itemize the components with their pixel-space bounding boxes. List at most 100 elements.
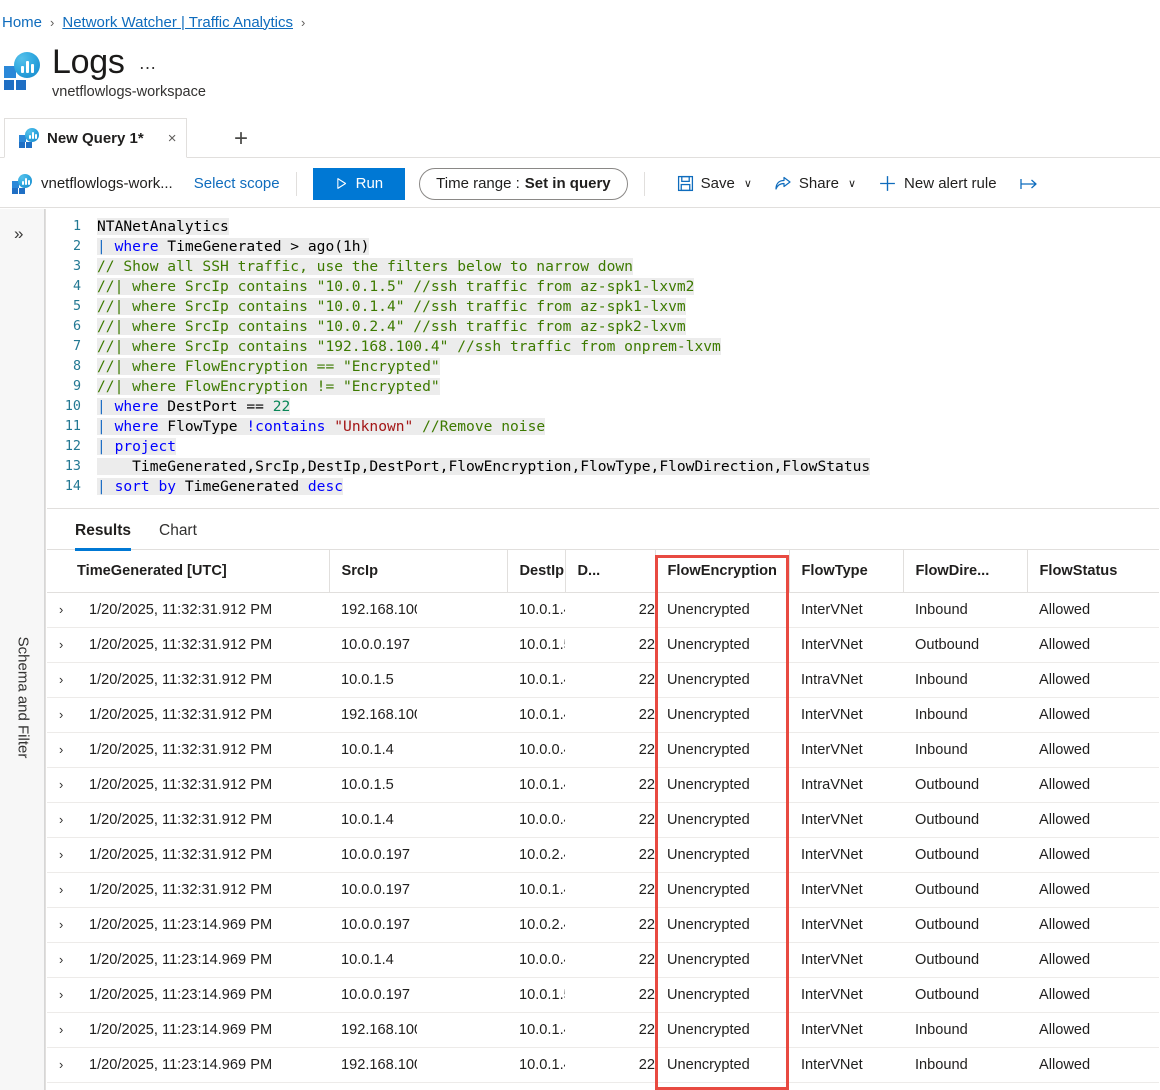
code-token: //| where SrcIp contains "10.0.1.5" //ss… [97, 278, 695, 295]
table-header-row: TimeGenerated [UTC] SrcIp DestIp D... Fl… [47, 550, 1160, 593]
column-header-flowtype[interactable]: FlowType [788, 550, 903, 593]
cell-flowencryption: Unencrypted [655, 872, 789, 908]
cell-flowstatus: Allowed [1027, 697, 1160, 733]
code-text: | where TimeGenerated > ago(1h) [91, 237, 370, 257]
row-expand-button[interactable]: › [47, 907, 77, 943]
row-expand-button[interactable]: › [47, 802, 77, 838]
column-header-destport[interactable]: D... [564, 550, 655, 593]
column-header-srcip[interactable]: SrcIp [328, 550, 417, 593]
row-expand-button[interactable]: › [47, 1012, 77, 1048]
table-row[interactable]: › 1/20/2025, 11:32:31.912 PM 10.0.1.4 10.0.… [47, 802, 1160, 838]
row-expand-button[interactable]: › [47, 627, 77, 663]
cell-flowdirection: Inbound [903, 697, 1027, 733]
table-row[interactable]: › 1/20/2025, 11:32:31.912 PM192.168.100.4… [47, 697, 1160, 733]
code-line[interactable]: 2 | where TimeGenerated > ago(1h) [47, 237, 1160, 257]
code-line[interactable]: 8 //| where FlowEncryption == "Encrypted" [47, 357, 1160, 377]
cell-destport: 22 [565, 767, 655, 803]
run-button[interactable]: Run [312, 167, 406, 200]
column-header-destip[interactable]: DestIp [506, 550, 565, 593]
select-scope-link[interactable]: Select scope [194, 175, 280, 192]
code-line[interactable]: 11 | where FlowType !contains "Unknown" /… [47, 417, 1160, 437]
row-expand-button[interactable]: › [47, 837, 77, 873]
tab-results[interactable]: Results [75, 512, 131, 551]
expand-panel-button[interactable] [1013, 168, 1045, 200]
scope-selector[interactable]: vnetflowlogs-work... Select scope [0, 173, 280, 194]
code-line[interactable]: 6 //| where SrcIp contains "10.0.2.4" //s… [47, 317, 1160, 337]
table-row[interactable]: › 1/20/2025, 11:32:31.912 PM 10.0.1.4 10.0.… [47, 732, 1160, 768]
query-code[interactable]: 1 NTANetAnalytics 2 | where TimeGenerated >… [47, 209, 1160, 497]
chevron-down-icon-2[interactable]: ∨ [848, 177, 856, 190]
column-header-timegenerated[interactable]: TimeGenerated [UTC] [77, 550, 329, 593]
cell-flowencryption: Unencrypted [655, 837, 789, 873]
row-expand-button[interactable]: › [47, 1047, 77, 1083]
code-line[interactable]: 10 | where DestPort == 22 [47, 397, 1160, 417]
row-expand-button[interactable]: › [47, 697, 77, 733]
add-query-tab-button[interactable]: + [228, 125, 254, 152]
table-row[interactable]: › 1/20/2025, 11:32:31.912 PM 10.0.1.5 10.0.… [47, 662, 1160, 698]
time-range-picker[interactable]: Time range : Set in query [419, 167, 628, 200]
cell-flowtype: InterVNet [789, 732, 903, 768]
code-line[interactable]: 13 TimeGenerated,SrcIp,DestIp,DestPort,F… [47, 457, 1160, 477]
code-line[interactable]: 9 //| where FlowEncryption != "Encrypted" [47, 377, 1160, 397]
column-header-flowdirection[interactable]: FlowDire... [902, 550, 1027, 593]
chevron-right-icon: › [59, 741, 64, 757]
chevron-right-icon: › [59, 706, 64, 722]
table-row[interactable]: › 1/20/2025, 11:23:14.969 PM 10.0.0.197 10.… [47, 977, 1160, 1013]
code-line[interactable]: 4 //| where SrcIp contains "10.0.1.5" //s… [47, 277, 1160, 297]
query-tab-new-query-1[interactable]: New Query 1* × [4, 118, 188, 158]
code-line[interactable]: 12 | project [47, 437, 1160, 457]
cell-srcip: 10.0.0.197 [329, 872, 417, 908]
cell-spacer [417, 627, 507, 663]
code-token: TimeGenerated,SrcIp,DestIp,DestPort,Flow… [97, 458, 871, 475]
line-number: 7 [72, 339, 81, 354]
chevron-down-icon[interactable]: ∨ [744, 177, 752, 190]
table-row[interactable]: › 1/20/2025, 11:32:31.912 PM 10.0.0.197 10.… [47, 872, 1160, 908]
new-alert-rule-button[interactable]: New alert rule [872, 168, 1003, 200]
table-row[interactable]: › 1/20/2025, 11:23:14.969 PM192.168.100.4… [47, 1047, 1160, 1083]
code-token: TimeGenerated [176, 478, 308, 495]
table-row[interactable]: › 1/20/2025, 11:23:14.969 PM 10.0.0.197 10.… [47, 907, 1160, 943]
share-button[interactable]: Share ∨ [768, 168, 862, 200]
code-line[interactable]: 1 NTANetAnalytics [47, 217, 1160, 237]
code-line[interactable]: 5 //| where SrcIp contains "10.0.1.4" //s… [47, 297, 1160, 317]
table-row[interactable]: › 1/20/2025, 11:23:14.969 PM192.168.100.4… [47, 1012, 1160, 1048]
cell-timegenerated: 1/20/2025, 11:32:31.912 PM [77, 732, 329, 768]
close-icon[interactable]: × [168, 130, 177, 147]
cell-flowencryption: Unencrypted [655, 592, 789, 628]
row-expand-button[interactable]: › [47, 977, 77, 1013]
row-expand-button[interactable]: › [47, 662, 77, 698]
table-row[interactable]: › 1/20/2025, 11:23:14.969 PM 10.0.1.4 10.0.… [47, 942, 1160, 978]
cell-srcip: 10.0.0.197 [329, 627, 417, 663]
row-expand-button[interactable]: › [47, 592, 77, 628]
code-line[interactable]: 14 | sort by TimeGenerated desc [47, 477, 1160, 497]
table-row[interactable]: › 1/20/2025, 11:32:31.912 PM 10.0.0.197 10.… [47, 627, 1160, 663]
cell-destport: 22 [565, 662, 655, 698]
cell-flowencryption: Unencrypted [655, 1012, 789, 1048]
query-editor[interactable]: 1 NTANetAnalytics 2 | where TimeGenerated >… [47, 209, 1160, 509]
schema-filter-rail[interactable]: » Schema and Filter [0, 209, 46, 1090]
row-expand-button[interactable]: › [47, 732, 77, 768]
tab-chart[interactable]: Chart [159, 512, 197, 550]
double-chevron-right-icon[interactable]: » [14, 224, 23, 244]
column-header-flowencryption[interactable]: FlowEncryption [654, 550, 789, 593]
breadcrumb-item-home[interactable]: Home [2, 14, 42, 31]
schema-and-filter-label[interactable]: Schema and Filter [14, 637, 31, 759]
cell-destip: 10.0.0.4 [507, 942, 565, 978]
table-row[interactable]: › 1/20/2025, 11:32:31.912 PM 10.0.0.197 10.… [47, 837, 1160, 873]
row-expand-button[interactable]: › [47, 872, 77, 908]
row-expand-button[interactable]: › [47, 767, 77, 803]
more-options-button[interactable]: … [139, 54, 157, 72]
save-button[interactable]: Save ∨ [671, 168, 758, 200]
cell-flowtype: IntraVNet [789, 662, 903, 698]
code-line[interactable]: 3 // Show all SSH traffic, use the filter… [47, 257, 1160, 277]
breadcrumb-item-network-watcher[interactable]: Network Watcher | Traffic Analytics [62, 14, 293, 31]
column-header-flowstatus[interactable]: FlowStatus [1026, 550, 1160, 593]
code-token: NTANetAnalytics [97, 218, 229, 235]
row-expand-button[interactable]: › [47, 942, 77, 978]
table-row[interactable]: › 1/20/2025, 11:32:31.912 PM 10.0.1.5 10.0.… [47, 767, 1160, 803]
line-number: 13 [64, 459, 81, 474]
code-line[interactable]: 7 //| where SrcIp contains "192.168.100.4… [47, 337, 1160, 357]
cell-flowstatus: Allowed [1027, 767, 1160, 803]
table-row[interactable]: › 1/20/2025, 11:32:31.912 PM192.168.100.4… [47, 592, 1160, 628]
line-number: 1 [72, 219, 81, 234]
